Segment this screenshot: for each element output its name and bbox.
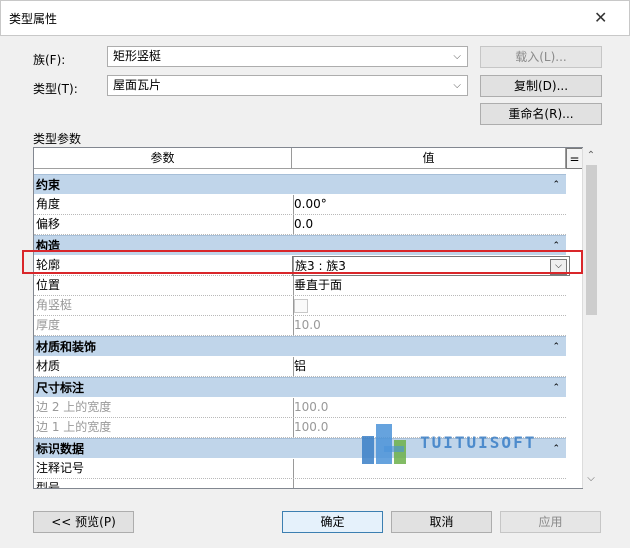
type-value: 屋面瓦片: [113, 78, 162, 92]
chevron-down-icon: ⌵: [453, 51, 461, 62]
cancel-button[interactable]: 取消: [391, 511, 492, 533]
type-params-label: 类型参数: [33, 132, 82, 146]
param-name: 角竖梃: [34, 296, 294, 315]
column-header-value[interactable]: 值: [292, 148, 566, 169]
param-name: 材质: [34, 357, 294, 376]
ok-button[interactable]: 确定: [282, 511, 383, 533]
param-name: 注释记号: [34, 459, 294, 478]
table-row[interactable]: 位置 垂直于面: [34, 276, 566, 296]
scroll-up-icon[interactable]: ⌃: [585, 149, 597, 163]
type-label: 类型(T):: [33, 82, 78, 96]
param-value[interactable]: 0.0: [292, 215, 568, 234]
collapse-icon[interactable]: ⌃: [552, 439, 560, 459]
type-dropdown[interactable]: 屋面瓦片 ⌵: [107, 75, 468, 96]
toggle-formula-button[interactable]: =: [566, 148, 582, 169]
family-label: 族(F):: [33, 53, 66, 67]
highlight-annotation: [22, 250, 583, 274]
scroll-down-icon[interactable]: ⌵: [585, 472, 597, 486]
group-name: 约束: [36, 178, 61, 192]
group-name: 标识数据: [36, 442, 85, 456]
column-header-param[interactable]: 参数: [34, 148, 292, 169]
param-value[interactable]: 0.00°: [292, 195, 568, 214]
table-row[interactable]: 材质 铝: [34, 357, 566, 377]
param-name: 型号: [34, 479, 294, 488]
param-value: 100.0: [294, 400, 329, 414]
title-bar: [0, 0, 630, 36]
param-value[interactable]: 铝: [292, 357, 568, 376]
param-value-checkbox: [292, 296, 568, 315]
collapse-icon[interactable]: ⌃: [552, 378, 560, 398]
table-row[interactable]: 型号: [34, 479, 568, 488]
watermark-logo-icon: [362, 424, 406, 464]
group-name: 尺寸标注: [36, 381, 85, 395]
table-row[interactable]: 偏移 0.0: [34, 215, 566, 235]
family-dropdown[interactable]: 矩形竖梃 ⌵: [107, 46, 468, 67]
table-row[interactable]: 角度 0.00°: [34, 195, 566, 215]
duplicate-button[interactable]: 复制(D)...: [480, 75, 602, 97]
close-icon[interactable]: ✕: [594, 8, 607, 27]
table-row[interactable]: 注释记号: [34, 459, 566, 479]
table-row: 边 2 上的宽度 100.0: [34, 398, 566, 418]
group-header-constraints[interactable]: 约束 ⌃: [34, 174, 566, 194]
param-name: 厚度: [34, 316, 294, 335]
rename-button[interactable]: 重命名(R)...: [480, 103, 602, 125]
dialog-title: 类型属性: [9, 12, 58, 26]
group-header-dimensions[interactable]: 尺寸标注 ⌃: [34, 377, 566, 397]
param-name: 角度: [34, 195, 294, 214]
collapse-icon[interactable]: ⌃: [552, 175, 560, 195]
group-name: 材质和装饰: [36, 340, 97, 354]
param-name: 位置: [34, 276, 294, 295]
scrollbar-thumb[interactable]: [586, 165, 597, 315]
table-row: 角竖梃: [34, 296, 566, 316]
chevron-down-icon: ⌵: [453, 80, 461, 91]
param-name: 边 1 上的宽度: [34, 418, 294, 437]
group-header-materials[interactable]: 材质和装饰 ⌃: [34, 336, 566, 356]
family-value: 矩形竖梃: [113, 49, 162, 63]
param-value[interactable]: [292, 459, 568, 478]
preview-button[interactable]: << 预览(P): [33, 511, 134, 533]
vertical-scrollbar[interactable]: ⌃ ⌵: [582, 148, 599, 488]
load-button[interactable]: 载入(L)...: [480, 46, 602, 68]
param-name: 偏移: [34, 215, 294, 234]
apply-button[interactable]: 应用: [500, 511, 601, 533]
watermark-text: TUITUISOFT: [420, 433, 537, 452]
param-value[interactable]: 垂直于面: [292, 276, 568, 295]
table-row: 厚度 10.0: [34, 316, 566, 336]
param-value: 10.0: [294, 318, 321, 332]
collapse-icon[interactable]: ⌃: [552, 337, 560, 357]
corner-mullion-checkbox: [294, 299, 308, 313]
param-name: 边 2 上的宽度: [34, 398, 294, 417]
param-value[interactable]: [292, 479, 568, 488]
